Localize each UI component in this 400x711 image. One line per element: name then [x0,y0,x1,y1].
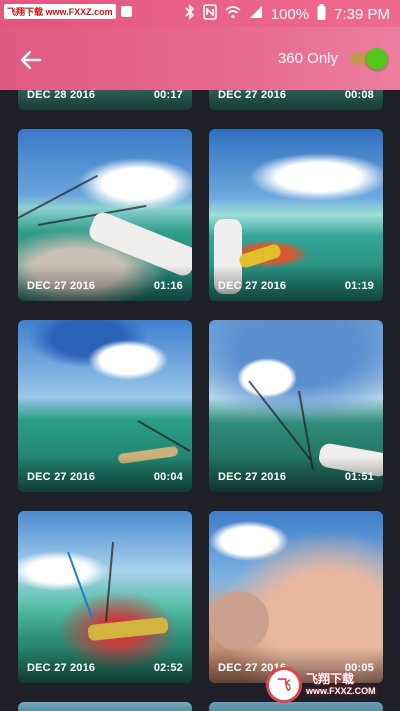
video-duration: 02:52 [153,662,183,674]
watermark-line2: www.FXXZ.COM [306,685,376,696]
back-button[interactable] [14,43,48,77]
video-grid: DEC 28 2016 00:17 DEC 27 2016 00:08 DEC … [0,90,400,711]
video-tile[interactable]: DEC 27 2016 00:08 [209,90,383,110]
video-tile[interactable]: DEC 27 2016 01:19 [209,129,383,301]
kiteboard [87,616,169,642]
video-date: DEC 27 2016 [218,471,287,483]
mail-icon [120,6,132,17]
video-date: DEC 28 2016 [27,90,96,101]
battery-icon [317,4,326,24]
video-tile[interactable]: DEC 27 2016 00:04 [18,320,192,492]
video-date: DEC 27 2016 [27,662,96,674]
watermark-badge: 飞 飞翔下载 www.FXXZ.COM [266,665,394,705]
signal-icon [249,5,263,23]
video-tile[interactable] [18,702,192,711]
360-only-toggle[interactable] [350,48,388,70]
watermark-line1: 飞翔下载 [306,672,355,687]
video-date: DEC 27 2016 [27,471,96,483]
video-date: DEC 27 2016 [218,280,287,292]
nfc-icon [202,4,217,24]
wifi-icon [225,5,241,23]
video-tile[interactable]: DEC 27 2016 01:16 [18,129,192,301]
video-duration: 00:17 [153,90,183,101]
watermark-chip: 飞翔下载 www.FXXZ.com [4,4,116,19]
video-date: DEC 27 2016 [218,90,287,101]
video-date: DEC 27 2016 [27,280,96,292]
video-duration: 01:16 [153,280,183,292]
hand [209,591,269,651]
clock: 7:39 PM [334,5,390,23]
battery-percent: 100% [270,5,310,23]
arrow-left-icon [20,50,42,70]
video-tile[interactable]: DEC 28 2016 00:17 [18,90,192,110]
status-bar: 飞翔下载 www.FXXZ.com 100% 7:39 PM [0,0,400,27]
toggle-knob [366,48,388,70]
video-tile[interactable]: DEC 27 2016 01:51 [209,320,383,492]
watermark-logo: 飞 [266,667,302,703]
app-bar: 360 Only [0,27,400,90]
video-duration: 01:19 [344,280,374,292]
video-tile[interactable]: DEC 27 2016 00:05 [209,511,383,683]
video-tile[interactable]: DEC 27 2016 02:52 [18,511,192,683]
toggle-label: 360 Only [277,50,338,67]
bluetooth-icon [185,4,195,24]
video-duration: 00:04 [153,471,183,483]
video-duration: 01:51 [344,471,374,483]
video-duration: 00:08 [344,90,374,101]
